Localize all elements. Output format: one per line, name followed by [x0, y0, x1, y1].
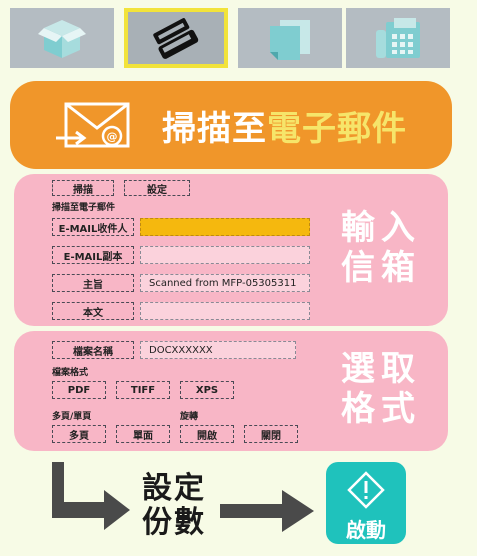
tab-settings[interactable]: 設定 — [124, 180, 190, 196]
caption-line-1: 輸入 — [341, 208, 421, 248]
format-pdf-button[interactable]: PDF — [52, 381, 106, 399]
section-label: 掃描至電子郵件 — [52, 203, 116, 213]
page-section-label: 多頁/單頁 — [52, 412, 92, 422]
select-format-caption: 選取 格式 — [326, 349, 436, 429]
caption-line-2: 格式 — [341, 389, 421, 429]
title-main: 掃描至 — [162, 108, 267, 149]
warning-diamond-icon — [347, 471, 385, 509]
caption-line-2: 信箱 — [341, 248, 421, 288]
multi-page-button[interactable]: 多頁 — [52, 425, 106, 443]
to-field[interactable] — [140, 218, 310, 236]
format-section-label: 檔案格式 — [52, 368, 89, 378]
copies-line-2: 份數 — [142, 505, 206, 540]
elbow-arrow-icon — [52, 462, 130, 530]
copies-line-1: 設定 — [142, 471, 206, 506]
svg-text:@: @ — [107, 130, 118, 143]
caption-line-1: 選取 — [341, 349, 421, 389]
filename-field[interactable]: DOCXXXXXX — [140, 341, 296, 359]
documents-icon — [270, 20, 310, 60]
mode-button-fax[interactable] — [346, 8, 450, 68]
start-button-label: 啟動 — [346, 518, 386, 542]
rotate-on-button[interactable]: 開啟 — [180, 425, 234, 443]
subject-field[interactable]: Scanned from MFP-05305311 — [140, 274, 310, 292]
mode-button-scan[interactable] — [124, 8, 228, 68]
format-panel: 檔案名稱 DOCXXXXXX 檔案格式 PDF TIFF XPS 多頁/單頁 旋… — [14, 331, 448, 451]
body-field[interactable] — [140, 302, 310, 320]
title-highlight: 電子郵件 — [267, 108, 407, 149]
email-icon: @ — [56, 102, 130, 148]
input-email-caption: 輸入 信箱 — [326, 208, 436, 288]
email-input-panel: 掃描 設定 掃描至電子郵件 E-MAIL收件人 E-MAIL副本 主旨 Scan… — [14, 174, 448, 326]
start-button[interactable]: 啟動 — [326, 462, 406, 544]
title-banner: @ 掃描至電子郵件 — [10, 81, 452, 169]
rotate-section-label: 旋轉 — [180, 412, 199, 422]
body-field-label: 本文 — [52, 302, 134, 320]
page-title: 掃描至電子郵件 — [162, 101, 407, 150]
tab-scan[interactable]: 掃描 — [52, 180, 114, 196]
subject-field-label: 主旨 — [52, 274, 134, 292]
mode-button-box[interactable] — [10, 8, 114, 68]
single-side-button[interactable]: 單面 — [116, 425, 170, 443]
format-tiff-button[interactable]: TIFF — [116, 381, 170, 399]
filename-label: 檔案名稱 — [52, 341, 134, 359]
cc-field-label: E-MAIL副本 — [52, 246, 134, 264]
right-arrow-icon — [220, 490, 314, 532]
fax-icon — [376, 18, 420, 58]
scanner-icon — [153, 18, 199, 59]
set-copies-caption: 設定 份數 — [134, 472, 214, 540]
format-xps-button[interactable]: XPS — [180, 381, 234, 399]
mode-button-copy[interactable] — [238, 8, 342, 68]
to-field-label: E-MAIL收件人 — [52, 218, 134, 236]
rotate-off-button[interactable]: 關閉 — [244, 425, 298, 443]
box-icon — [38, 20, 86, 58]
cc-field[interactable] — [140, 246, 310, 264]
